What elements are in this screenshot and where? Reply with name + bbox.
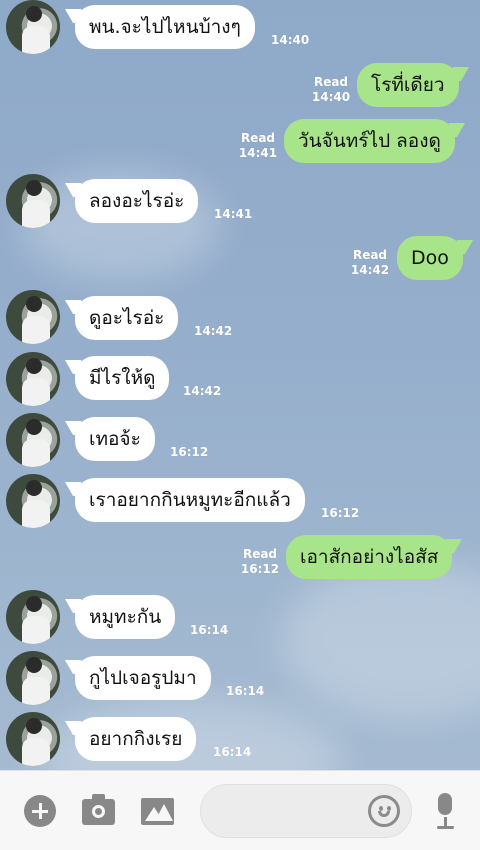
message-time: 16:14 <box>226 684 265 698</box>
incoming-message[interactable]: เราอยากกินหมูทะอีกแล้ว <box>75 478 305 522</box>
message-time: 16:14 <box>190 623 229 637</box>
contact-avatar[interactable] <box>6 651 60 705</box>
incoming-message[interactable]: อยากกิงเรย <box>75 717 197 761</box>
camera-icon[interactable] <box>82 794 115 825</box>
read-receipt: Read <box>240 131 276 145</box>
incoming-message[interactable]: เทอจ้ะ <box>75 417 155 461</box>
outgoing-message[interactable]: เอาสักอย่างไอสัส <box>286 535 453 579</box>
message-time: 14:41 <box>238 146 278 160</box>
chat-area[interactable]: พน.จะไปไหนบ้างๆ 14:40 Read 14:40 โรที่เด… <box>0 0 480 770</box>
contact-avatar[interactable] <box>6 174 60 228</box>
message-time: 14:40 <box>271 33 310 47</box>
image-icon[interactable] <box>141 798 174 825</box>
contact-avatar[interactable] <box>6 290 60 344</box>
message-time: 16:12 <box>321 506 360 520</box>
contact-avatar[interactable] <box>6 352 60 406</box>
read-receipt: Read <box>242 547 278 561</box>
incoming-message[interactable]: ดูอะไรอ่ะ <box>75 296 179 340</box>
incoming-message[interactable]: ลองอะไรอ่ะ <box>75 179 199 223</box>
message-toolbar <box>0 770 480 850</box>
plus-circle-icon[interactable] <box>24 795 56 827</box>
message-time: 14:40 <box>311 90 351 104</box>
contact-avatar[interactable] <box>6 590 60 644</box>
message-time: 14:41 <box>214 207 253 221</box>
outgoing-message[interactable]: วันจันทร์ไป ลองดู <box>284 119 455 163</box>
read-receipt: Read <box>313 75 349 89</box>
incoming-message[interactable]: หมูทะกัน <box>75 595 176 639</box>
outgoing-message[interactable]: Doo <box>397 236 463 280</box>
contact-avatar[interactable] <box>6 0 60 54</box>
message-time: 16:12 <box>170 445 209 459</box>
contact-avatar[interactable] <box>6 474 60 528</box>
message-time: 14:42 <box>350 263 390 277</box>
contact-avatar[interactable] <box>6 712 60 766</box>
read-receipt: Read <box>352 248 388 262</box>
contact-avatar[interactable] <box>6 413 60 467</box>
message-time: 16:14 <box>213 745 252 759</box>
incoming-message[interactable]: มีไรให้ดู <box>75 356 170 400</box>
incoming-message[interactable]: กูไปเจอรูปมา <box>75 656 211 700</box>
outgoing-message[interactable]: โรที่เดียว <box>357 63 459 107</box>
incoming-message[interactable]: พน.จะไปไหนบ้างๆ <box>75 5 255 49</box>
message-time: 14:42 <box>194 324 233 338</box>
microphone-icon[interactable] <box>436 793 454 831</box>
message-time: 16:12 <box>240 562 280 576</box>
smiley-icon[interactable] <box>368 795 400 827</box>
message-time: 14:42 <box>183 384 222 398</box>
